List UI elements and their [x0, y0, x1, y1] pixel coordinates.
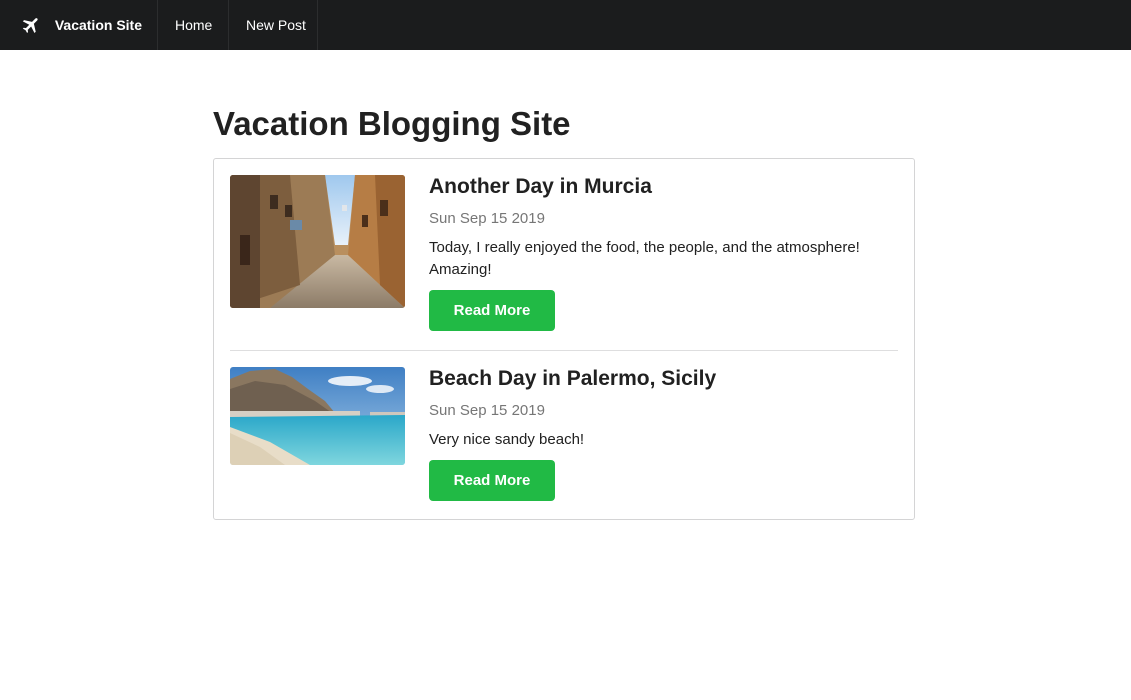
- airplane-icon: [22, 18, 38, 33]
- post-thumbnail: [230, 367, 405, 465]
- post-thumbnail: [230, 175, 405, 308]
- top-navbar: Vacation Site Home New Post: [0, 0, 1131, 50]
- read-more-button[interactable]: Read More: [429, 290, 555, 331]
- post-item: Beach Day in Palermo, Sicily Sun Sep 15 …: [230, 367, 898, 507]
- post-date: Sun Sep 15 2019: [429, 402, 545, 419]
- post-body: Beach Day in Palermo, Sicily Sun Sep 15 …: [429, 367, 898, 501]
- post-date: Sun Sep 15 2019: [429, 210, 545, 227]
- post-title[interactable]: Beach Day in Palermo, Sicily: [429, 367, 898, 391]
- post-item: Another Day in Murcia Sun Sep 15 2019 To…: [230, 175, 898, 351]
- brand-name: Vacation Site: [54, 17, 142, 33]
- nav-home[interactable]: Home: [158, 0, 229, 50]
- page-title: Vacation Blogging Site: [213, 105, 571, 142]
- brand-link[interactable]: Vacation Site: [0, 0, 158, 50]
- post-title[interactable]: Another Day in Murcia: [429, 175, 898, 199]
- post-excerpt: Today, I really enjoyed the food, the pe…: [429, 239, 860, 278]
- sandy-beach-with-mountain-photo: [230, 367, 405, 465]
- narrow-old-town-street-photo: [230, 175, 405, 308]
- post-list: Another Day in Murcia Sun Sep 15 2019 To…: [213, 158, 915, 520]
- read-more-button[interactable]: Read More: [429, 460, 555, 501]
- nav-new-post[interactable]: New Post: [229, 0, 318, 50]
- post-body: Another Day in Murcia Sun Sep 15 2019 To…: [429, 175, 898, 331]
- post-excerpt: Very nice sandy beach!: [429, 431, 585, 448]
